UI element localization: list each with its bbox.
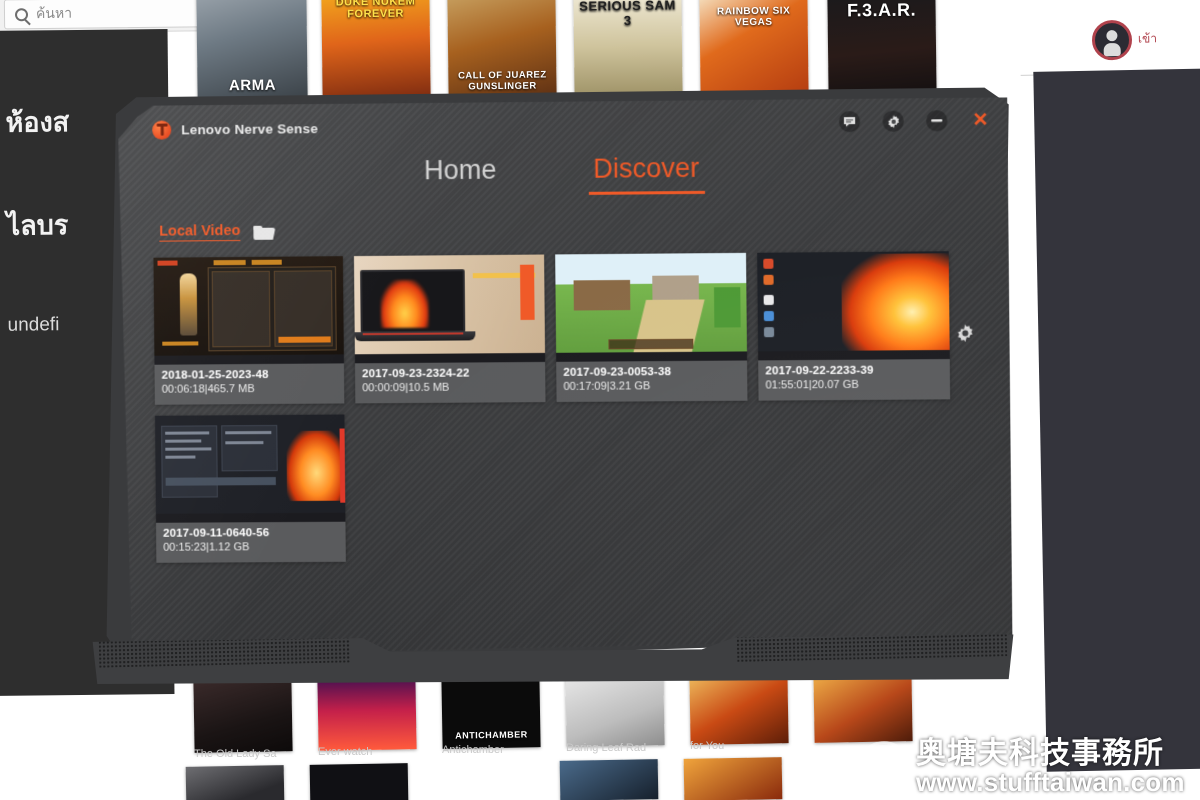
watermark-url: www.stufftaiwan.com bbox=[916, 767, 1185, 798]
video-card[interactable]: 2017-09-11-0640-56 00:15:23|1.12 GB bbox=[155, 414, 346, 562]
video-duration-size: 00:15:23|1.12 GB bbox=[163, 541, 250, 554]
video-duration-size: 01:55:01|20.07 GB bbox=[765, 378, 859, 392]
tab-home[interactable]: Home bbox=[424, 155, 497, 197]
background-right-panel bbox=[1033, 68, 1200, 772]
video-thumbnail bbox=[555, 253, 747, 362]
window-titlebar: Lenovo Nerve Sense ✕ bbox=[118, 97, 1008, 154]
video-card[interactable]: 2017-09-23-2324-22 00:00:09|10.5 MB bbox=[354, 255, 546, 404]
lenovo-nerve-sense-window: Lenovo Nerve Sense ✕ Home Discover Local… bbox=[118, 97, 1013, 656]
game-cover-caption: The Old Lady Sa bbox=[194, 748, 277, 760]
video-duration-size: 00:00:09|10.5 MB bbox=[362, 381, 450, 395]
background-account-bar: เข้า bbox=[1019, 4, 1200, 76]
window-controls: ✕ bbox=[839, 110, 991, 133]
lenovo-nerve-sense-logo-icon bbox=[152, 120, 171, 139]
game-cover[interactable] bbox=[683, 757, 783, 800]
discover-content: Local Video 2018-01-25-2023-48 00:06:18|… bbox=[119, 206, 1013, 656]
search-placeholder: ค้นหา bbox=[35, 4, 73, 22]
video-thumbnail bbox=[757, 251, 950, 360]
video-card[interactable]: 2017-09-22-2233-39 01:55:01|20.07 GB bbox=[757, 251, 950, 400]
game-cover[interactable] bbox=[309, 763, 409, 800]
game-cover[interactable] bbox=[317, 677, 417, 751]
thumbnail-art-editor bbox=[155, 414, 345, 522]
account-login-label[interactable]: เข้า bbox=[1138, 29, 1157, 48]
tab-discover[interactable]: Discover bbox=[593, 153, 699, 195]
video-name: 2018-01-25-2023-48 bbox=[161, 368, 269, 382]
main-tabs: Home Discover bbox=[118, 150, 1008, 210]
game-cover[interactable] bbox=[559, 759, 659, 800]
thumbnail-taskbar bbox=[355, 353, 545, 363]
video-duration-size: 00:17:09|3.21 GB bbox=[563, 380, 651, 393]
video-card[interactable]: 2018-01-25-2023-48 00:06:18|465.7 MB bbox=[153, 256, 344, 405]
thumbnail-art-fire-desktop bbox=[757, 251, 950, 360]
video-grid: 2018-01-25-2023-48 00:06:18|465.7 MB 201… bbox=[153, 251, 977, 563]
watermark-chinese: 奥塘夫科技事務所 bbox=[916, 736, 1164, 770]
gear-icon[interactable] bbox=[956, 324, 976, 348]
game-cover-title: SERIOUS SAM 3 bbox=[579, 0, 676, 29]
lenovo-laptop: Lenovo Nerve Sense ✕ Home Discover Local… bbox=[88, 84, 1018, 685]
video-thumbnail bbox=[155, 414, 345, 522]
video-card[interactable]: 2017-09-23-0053-38 00:17:09|3.21 GB bbox=[555, 253, 747, 402]
window-title: Lenovo Nerve Sense bbox=[181, 120, 319, 137]
game-cover-caption: Ever watch bbox=[318, 746, 373, 758]
user-avatar-icon[interactable] bbox=[1091, 19, 1133, 61]
thumbnail-art-game bbox=[153, 256, 343, 365]
search-icon bbox=[14, 7, 29, 21]
game-cover[interactable] bbox=[193, 679, 293, 753]
video-thumbnail bbox=[354, 255, 545, 364]
game-cover[interactable]: ANTICHAMBER bbox=[441, 675, 541, 749]
game-cover-title: F.3.A.R. bbox=[846, 0, 917, 21]
game-cover-title: DUKE NUKEM FOREVER bbox=[335, 0, 416, 21]
game-cover-caption: Antichamber bbox=[442, 744, 504, 756]
video-name: 2017-09-22-2233-39 bbox=[765, 364, 874, 378]
game-cover-caption: Daring Leaf Rad bbox=[566, 742, 647, 754]
video-name: 2017-09-23-2324-22 bbox=[362, 367, 470, 381]
close-icon[interactable]: ✕ bbox=[970, 110, 992, 131]
game-cover-title: RAINBOW SIX VEGAS bbox=[716, 5, 791, 29]
thumbnail-taskbar bbox=[556, 351, 747, 361]
video-thumbnail bbox=[153, 256, 343, 365]
game-cover[interactable] bbox=[565, 673, 665, 747]
local-video-title[interactable]: Local Video bbox=[159, 223, 240, 242]
game-cover[interactable] bbox=[185, 765, 285, 800]
video-name: 2017-09-11-0640-56 bbox=[163, 527, 270, 540]
game-cover-title: ANTICHAMBER bbox=[455, 729, 528, 741]
thumbnail-taskbar bbox=[156, 513, 346, 523]
folder-icon[interactable] bbox=[253, 224, 275, 240]
minimize-icon[interactable] bbox=[926, 110, 948, 131]
local-video-section-header: Local Video bbox=[159, 207, 974, 252]
video-card-meta: 2017-09-23-2324-22 00:00:09|10.5 MB bbox=[355, 362, 546, 400]
video-card-meta: 2018-01-25-2023-48 00:06:18|465.7 MB bbox=[154, 363, 344, 401]
thumbnail-art-lenovo bbox=[354, 255, 545, 364]
thumbnail-art-minecraft bbox=[555, 253, 747, 362]
stufftaiwan-logo-icon: S bbox=[858, 741, 910, 793]
watermark: S 奥塘夫科技事務所 www.stufftaiwan.com bbox=[858, 736, 1194, 798]
video-name: 2017-09-23-0053-38 bbox=[563, 366, 672, 379]
video-card-meta: 2017-09-11-0640-56 00:15:23|1.12 GB bbox=[156, 522, 346, 560]
gear-icon[interactable] bbox=[882, 111, 904, 132]
thumbnail-taskbar bbox=[154, 354, 344, 364]
chat-icon[interactable] bbox=[839, 111, 860, 132]
video-duration-size: 00:06:18|465.7 MB bbox=[161, 383, 255, 396]
close-icon-glyph: ✕ bbox=[972, 109, 989, 132]
thumbnail-taskbar bbox=[758, 350, 950, 360]
video-card-meta: 2017-09-23-0053-38 00:17:09|3.21 GB bbox=[556, 360, 747, 399]
game-cover-caption: for You bbox=[690, 740, 725, 752]
video-card-meta: 2017-09-22-2233-39 01:55:01|20.07 GB bbox=[758, 359, 950, 398]
